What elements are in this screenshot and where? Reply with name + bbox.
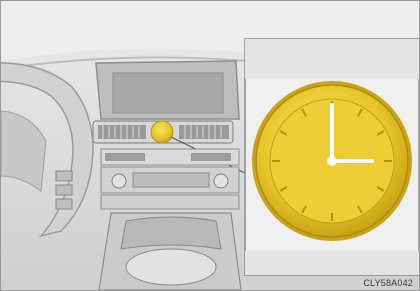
- left-switch-panel: [55, 170, 73, 210]
- clock-zoom-panel: [244, 38, 419, 276]
- center-console: [98, 212, 242, 290]
- audio-climate-panel: [100, 148, 240, 210]
- illustration-frame: CLY58A042: [0, 0, 420, 291]
- figure-code: CLY58A042: [363, 278, 413, 288]
- analog-clock-icon: [252, 81, 412, 241]
- dashboard-illustration: [1, 38, 419, 290]
